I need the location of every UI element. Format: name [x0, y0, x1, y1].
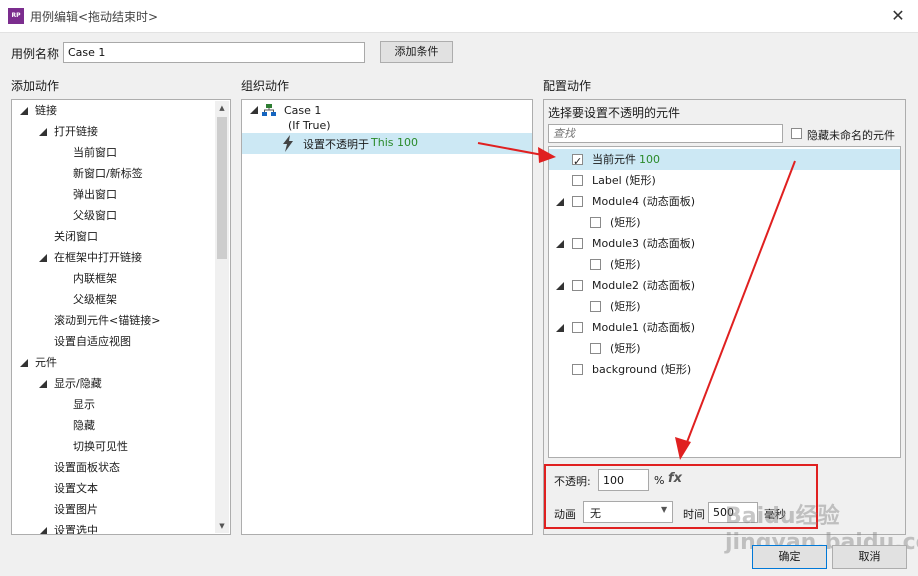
- ok-button[interactable]: 确定: [752, 545, 827, 569]
- annotation-arrow-1: [477, 142, 549, 157]
- annotation-arrows: [477, 142, 796, 460]
- cancel-button[interactable]: 取消: [832, 545, 907, 569]
- annotation-arrow-2: [683, 160, 796, 451]
- arrow-head-1: [538, 147, 556, 163]
